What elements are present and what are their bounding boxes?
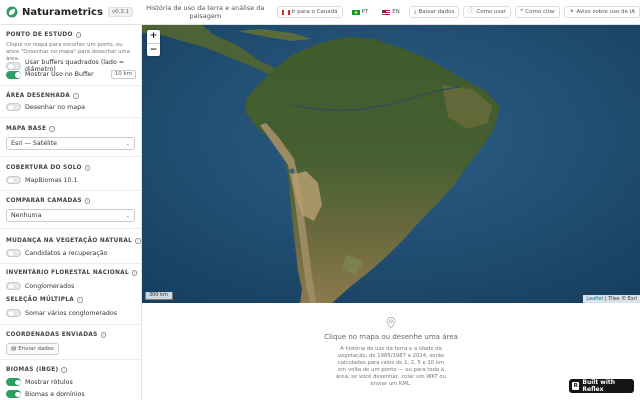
sent-coords-title: COORDENADAS ENVIADAS i <box>6 332 107 338</box>
satellite-map-tiles <box>142 25 640 303</box>
info-icon[interactable]: i <box>61 367 67 373</box>
forest-inventory-title: INVENTÁRIO FLORESTAL NACIONAL i <box>6 270 138 276</box>
us-flag-icon <box>382 9 391 15</box>
zoom-in-button[interactable]: + <box>147 30 160 43</box>
empty-state-description: A história de uso da terra e a idade da … <box>336 346 447 387</box>
map-attribution: Leaflet | Tiles © Esri <box>583 295 640 303</box>
info-icon[interactable]: i <box>77 297 83 303</box>
header-actions: Ir para o Canadá PT EN ⤓ Baixar dados ⓘ … <box>276 6 640 18</box>
show-buffer-use-toggle-row[interactable]: Mostrar Uso no Buffer 10 km <box>6 70 136 79</box>
study-point-title: PONTO DE ESTUDO i <box>6 32 82 38</box>
square-buffers-toggle[interactable] <box>6 62 21 70</box>
results-panel: Clique no mapa ou desenhe uma área A his… <box>142 303 640 400</box>
reflex-logo-icon: R <box>572 382 580 390</box>
base-map-title: MAPA BASE i <box>6 126 55 132</box>
divider <box>0 228 141 229</box>
app-name: Naturametrics <box>22 6 103 18</box>
how-to-use-button[interactable]: ⓘ Como usar <box>463 6 512 18</box>
divider <box>0 359 141 360</box>
land-cover-title: COBERTURA DO SOLO i <box>6 165 91 171</box>
base-map-select[interactable]: Esri — Satélite ⌄ <box>6 137 135 150</box>
help-circle-icon: ⓘ <box>468 8 475 15</box>
app-subtitle: História de uso da terra e análise da pa… <box>146 4 265 20</box>
chevron-down-icon: ⌄ <box>125 141 130 147</box>
info-icon[interactable]: i <box>84 165 91 171</box>
divider <box>0 324 141 325</box>
how-to-cite-button[interactable]: ❝ Como citar <box>515 6 561 18</box>
lang-en-button[interactable]: EN <box>377 6 405 18</box>
show-labels-toggle[interactable] <box>6 378 21 386</box>
divider <box>0 85 141 86</box>
brand[interactable]: Naturametrics v0.3.1 <box>0 6 137 18</box>
drawn-area-title: ÁREA DESENHADA i <box>6 93 79 99</box>
divider <box>0 156 141 157</box>
download-data-button[interactable]: ⤓ Baixar dados <box>408 6 460 18</box>
sidebar: PONTO DE ESTUDO i Clique no mapa para esc… <box>0 26 142 400</box>
info-icon[interactable]: i <box>135 238 141 244</box>
show-labels-toggle-row[interactable]: Mostrar rótulos <box>6 378 136 386</box>
zoom-control: + − <box>147 30 160 56</box>
info-icon[interactable]: i <box>131 270 138 276</box>
show-buffer-use-toggle[interactable] <box>6 70 21 79</box>
lang-pt-button[interactable]: PT <box>346 6 374 18</box>
leaf-logo-icon <box>6 6 18 18</box>
go-to-canada-button[interactable]: Ir para o Canadá <box>276 6 343 18</box>
draw-on-map-toggle-row[interactable]: Desenhar no mapa <box>6 103 136 111</box>
map-view[interactable]: + − 300 km Leaflet | Tiles © Esri <box>142 25 640 303</box>
divider <box>0 117 141 118</box>
app-header: Naturametrics v0.3.1 História de uso da … <box>0 0 640 25</box>
download-icon: ⤓ <box>413 8 417 15</box>
divider <box>0 263 141 264</box>
recovery-toggle-row[interactable]: Candidatos a recuperação <box>6 249 136 257</box>
compare-layers-select[interactable]: Nenhuma ⌄ <box>6 209 135 222</box>
sparkle-icon: ✦ <box>569 8 575 15</box>
brazil-flag-icon <box>351 9 360 15</box>
info-icon[interactable]: i <box>75 32 82 38</box>
clusters-toggle[interactable] <box>6 282 21 290</box>
compare-layers-title: COMPARAR CAMADAS i <box>6 198 91 204</box>
map-pin-icon <box>386 317 396 329</box>
chevron-down-icon: ⌄ <box>125 213 130 219</box>
mapbiomas-toggle-row[interactable]: MapBiomas 10.1 <box>6 176 136 184</box>
vegetation-change-title: MUDANÇA NA VEGETAÇÃO NATURAL i <box>6 238 141 244</box>
recovery-toggle[interactable] <box>6 249 21 257</box>
info-icon[interactable]: i <box>84 198 91 204</box>
built-with-reflex-badge[interactable]: R Built with Reflex <box>569 379 634 393</box>
mapbiomas-toggle[interactable] <box>6 176 21 184</box>
biomes-domains-toggle[interactable] <box>6 390 21 398</box>
info-icon[interactable]: i <box>73 93 79 99</box>
info-icon[interactable]: i <box>100 332 107 338</box>
empty-state-title: Clique no mapa ou desenhe uma área <box>324 333 458 341</box>
divider <box>0 190 141 191</box>
multi-select-title: SELEÇÃO MÚLTIPLA i <box>6 297 83 303</box>
info-icon[interactable]: i <box>49 126 55 132</box>
clusters-toggle-row[interactable]: Conglomerados <box>6 282 136 290</box>
draw-on-map-toggle[interactable] <box>6 103 21 111</box>
buffer-size-badge[interactable]: 10 km <box>110 70 136 79</box>
sum-clusters-toggle[interactable] <box>6 309 21 317</box>
scale-bar: 300 km <box>145 292 173 300</box>
ai-notice-button[interactable]: ✦ Aviso sobre uso de IA <box>564 6 640 18</box>
clipboard-icon: ▤ <box>11 346 17 352</box>
send-data-button[interactable]: ▤ Enviar dados <box>6 343 59 355</box>
biomes-domains-toggle-row[interactable]: Biomas e domínios <box>6 390 136 398</box>
sum-clusters-toggle-row[interactable]: Somar vários conglomerados <box>6 309 136 317</box>
zoom-out-button[interactable]: − <box>147 43 160 56</box>
leaflet-link[interactable]: Leaflet <box>586 296 603 302</box>
quote-icon: ❝ <box>520 8 524 15</box>
canada-flag-icon <box>281 9 290 15</box>
version-badge: v0.3.1 <box>107 7 134 17</box>
biomes-title: BIOMAS (IBGE) i <box>6 367 67 373</box>
